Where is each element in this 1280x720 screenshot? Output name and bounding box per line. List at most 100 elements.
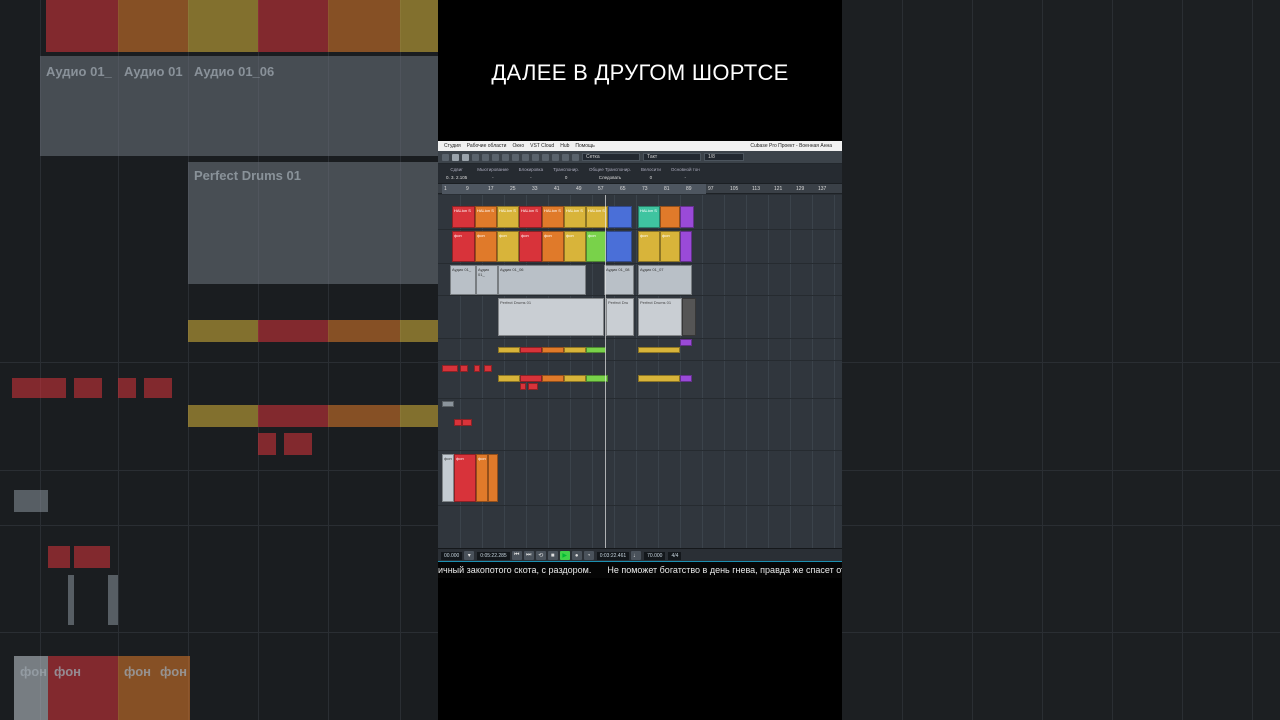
- midi-part[interactable]: фон: [476, 454, 488, 502]
- midi-part[interactable]: фон: [442, 454, 454, 502]
- midi-part[interactable]: [520, 375, 542, 382]
- play-icon[interactable]: ▶: [559, 551, 570, 560]
- draw-tool-icon[interactable]: [532, 153, 539, 161]
- midi-part[interactable]: [484, 365, 492, 372]
- menu-item-workspaces[interactable]: Рабочие области: [467, 143, 507, 149]
- grid-type-select[interactable]: Такт: [643, 153, 701, 161]
- midi-part[interactable]: фон: [475, 231, 497, 262]
- midi-part[interactable]: [488, 454, 498, 502]
- midi-part[interactable]: [680, 206, 694, 228]
- midi-part[interactable]: [542, 347, 564, 353]
- midi-part[interactable]: HALion S: [564, 206, 586, 228]
- click-icon[interactable]: ♩: [631, 551, 642, 560]
- left-time-display[interactable]: 00.000: [441, 551, 463, 560]
- menu-item-hub[interactable]: Hub: [560, 143, 569, 149]
- zoom-tool-icon[interactable]: [512, 153, 519, 161]
- menu-item-studio[interactable]: Студия: [444, 143, 461, 149]
- info-transpose[interactable]: Транспонир. 0: [553, 164, 579, 183]
- audio-event[interactable]: Аудио 01_08: [604, 265, 634, 295]
- midi-part[interactable]: [638, 375, 680, 382]
- secondary-time-display[interactable]: 0:03:22.461: [596, 551, 630, 560]
- drum-part[interactable]: Perfect Drums 01: [498, 298, 604, 336]
- midi-part[interactable]: [680, 375, 692, 382]
- quantize-select[interactable]: 1/8: [704, 153, 744, 161]
- drum-part[interactable]: Perfect Dru: [606, 298, 634, 336]
- drum-part[interactable]: Perfect Drums 01: [638, 298, 682, 336]
- midi-part[interactable]: фон: [497, 231, 519, 262]
- audio-event[interactable]: Аудио 01_: [450, 265, 476, 295]
- object-select-tool-icon[interactable]: [462, 153, 469, 161]
- midi-part[interactable]: HALion S: [542, 206, 564, 228]
- midi-part[interactable]: фон: [519, 231, 542, 262]
- midi-part[interactable]: фон: [454, 454, 476, 502]
- midi-part[interactable]: HALion S: [452, 206, 475, 228]
- split-tool-icon[interactable]: [482, 153, 489, 161]
- midi-part[interactable]: HALion S: [497, 206, 519, 228]
- midi-part[interactable]: HALion S: [638, 206, 660, 228]
- midi-part[interactable]: [498, 375, 520, 382]
- project-cursor[interactable]: [605, 195, 606, 551]
- constrain-icon[interactable]: [442, 153, 449, 161]
- midi-part[interactable]: [520, 347, 542, 353]
- audio-event[interactable]: Аудио 01_07: [638, 265, 692, 295]
- timeline-ruler[interactable]: 1 9 17 25 33 41 49 57 65 73 81 89 97 105…: [438, 184, 842, 194]
- midi-part[interactable]: [660, 206, 680, 228]
- range-tool-icon[interactable]: [472, 153, 479, 161]
- midi-part[interactable]: фон: [564, 231, 586, 262]
- midi-part[interactable]: [528, 383, 538, 390]
- primary-time-display[interactable]: 0:05:22.285: [477, 551, 510, 560]
- midi-part[interactable]: [498, 347, 520, 353]
- midi-part[interactable]: фон: [452, 231, 475, 262]
- info-velocity[interactable]: Велосити 0: [641, 164, 661, 183]
- menu-item-help[interactable]: Помощь: [575, 143, 594, 149]
- midi-part[interactable]: фон: [586, 231, 606, 262]
- play-tool-icon[interactable]: [542, 153, 549, 161]
- midi-part[interactable]: [586, 347, 606, 353]
- midi-part[interactable]: [462, 419, 472, 426]
- menu-item-vst-cloud[interactable]: VST Cloud: [530, 143, 554, 149]
- midi-part[interactable]: [638, 347, 680, 353]
- midi-part[interactable]: [542, 375, 564, 382]
- mute-tool-icon[interactable]: [522, 153, 529, 161]
- info-global-transpose[interactable]: Общее Транспонир. Следовать: [589, 164, 631, 183]
- snap-type-select[interactable]: Сетка: [582, 153, 640, 161]
- info-mute[interactable]: Мьютирование -: [477, 164, 508, 183]
- midi-part[interactable]: HALion S: [475, 206, 497, 228]
- midi-part[interactable]: фон: [638, 231, 660, 262]
- midi-part[interactable]: [454, 419, 462, 426]
- info-lock[interactable]: Блокировка -: [519, 164, 544, 183]
- cycle-icon[interactable]: ⟲: [535, 551, 546, 560]
- midi-part[interactable]: [680, 231, 692, 262]
- midi-part[interactable]: [606, 231, 632, 262]
- rewind-icon[interactable]: ⏮: [511, 551, 522, 560]
- time-format-icon[interactable]: ▾: [464, 551, 475, 560]
- midi-part[interactable]: [520, 383, 526, 390]
- midi-part[interactable]: [564, 375, 586, 382]
- midi-part[interactable]: фон: [660, 231, 680, 262]
- midi-part[interactable]: [474, 365, 480, 372]
- midi-part[interactable]: [442, 401, 454, 407]
- tempo-display[interactable]: 70.000: [644, 551, 666, 560]
- forward-icon[interactable]: ⏭: [523, 551, 534, 560]
- info-offset[interactable]: Сдвиг 0. 3. 2.105: [446, 164, 467, 183]
- drum-part[interactable]: [682, 298, 696, 336]
- erase-tool-icon[interactable]: [502, 153, 509, 161]
- color-tool-icon[interactable]: [552, 153, 559, 161]
- metronome-icon[interactable]: ◔: [583, 551, 594, 560]
- info-root-key[interactable]: Основной тон -: [671, 164, 700, 183]
- cursor-follow-icon[interactable]: [562, 153, 569, 161]
- snap-toggle-icon[interactable]: [572, 153, 579, 161]
- midi-part[interactable]: фон: [542, 231, 564, 262]
- audio-event[interactable]: Аудио 01_: [476, 265, 498, 295]
- glue-tool-icon[interactable]: [492, 153, 499, 161]
- record-icon[interactable]: ●: [571, 551, 582, 560]
- stop-icon[interactable]: ■: [547, 551, 558, 560]
- midi-part[interactable]: HALion S: [519, 206, 542, 228]
- midi-part[interactable]: [442, 365, 458, 372]
- midi-part[interactable]: [608, 206, 632, 228]
- audio-event[interactable]: Аудио 01_06: [498, 265, 586, 295]
- midi-part[interactable]: [460, 365, 468, 372]
- automation-icon[interactable]: [452, 153, 459, 161]
- project-arrange-area[interactable]: HALion S HALion S HALion S HALion S HALi…: [438, 195, 842, 551]
- signature-display[interactable]: 4/4: [668, 551, 682, 560]
